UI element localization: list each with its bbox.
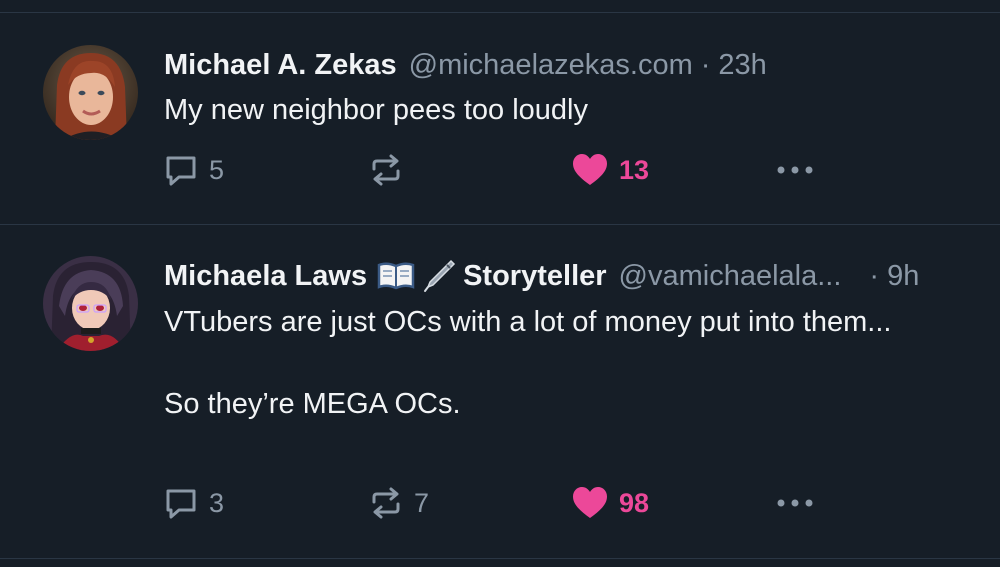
avatar-photo-icon [43,45,138,140]
like-count: 98 [619,487,650,518]
author-handle[interactable]: @michaelazekas.com [409,47,693,83]
separator-dot: · [700,49,711,81]
author-handle[interactable]: @vamichaelala... [619,258,842,294]
divider [0,558,1000,559]
avatar-anime-icon [43,256,138,351]
reply-count: 5 [209,154,225,185]
pen-emoji-icon [421,258,457,294]
repost-arrows-icon [368,485,404,521]
repost-count: 7 [414,487,430,518]
like-count: 13 [619,154,650,185]
post-feed: Michael A. Zekas @michaelazekas.com · 23… [0,0,1000,567]
repost-arrows-icon [368,152,404,188]
separator-dot: · [869,260,880,292]
heart-icon [571,152,609,188]
post-timestamp[interactable]: 9h [887,258,919,294]
post-item[interactable]: Michaela Laws Storyteller @vamichaelala.… [0,225,1000,560]
post-item[interactable]: Michael A. Zekas @michaelazekas.com · 23… [0,0,1000,224]
more-options-button[interactable] [775,483,819,523]
post-header: Michael A. Zekas @michaelazekas.com · 23… [164,47,970,83]
post-actions: 3 7 98 [0,483,1000,523]
open-book-emoji-icon [377,261,415,291]
post-text: My new neighbor pees too loudly [164,94,588,126]
post-header: Michaela Laws Storyteller @vamichaelala.… [164,258,970,294]
heart-icon [571,485,609,521]
avatar[interactable] [43,45,138,140]
author-name[interactable]: Michaela Laws [164,258,367,294]
more-dots-icon [775,152,819,188]
speech-bubble-icon [163,152,199,188]
post-text: VTubers are just OCs with a lot of money… [164,306,892,420]
avatar[interactable] [43,256,138,351]
repost-button[interactable] [368,150,414,190]
more-dots-icon [775,485,819,521]
author-name[interactable]: Michael A. Zekas [164,47,397,83]
author-name-title[interactable]: Storyteller [463,258,606,294]
reply-button[interactable]: 3 [163,483,224,523]
reply-button[interactable]: 5 [163,150,224,190]
repost-button[interactable]: 7 [368,483,429,523]
post-actions: 5 13 [0,150,1000,190]
more-options-button[interactable] [775,150,819,190]
speech-bubble-icon [163,485,199,521]
like-button[interactable]: 13 [571,150,649,190]
reply-count: 3 [209,487,225,518]
post-timestamp[interactable]: 23h [718,47,766,83]
like-button[interactable]: 98 [571,483,649,523]
